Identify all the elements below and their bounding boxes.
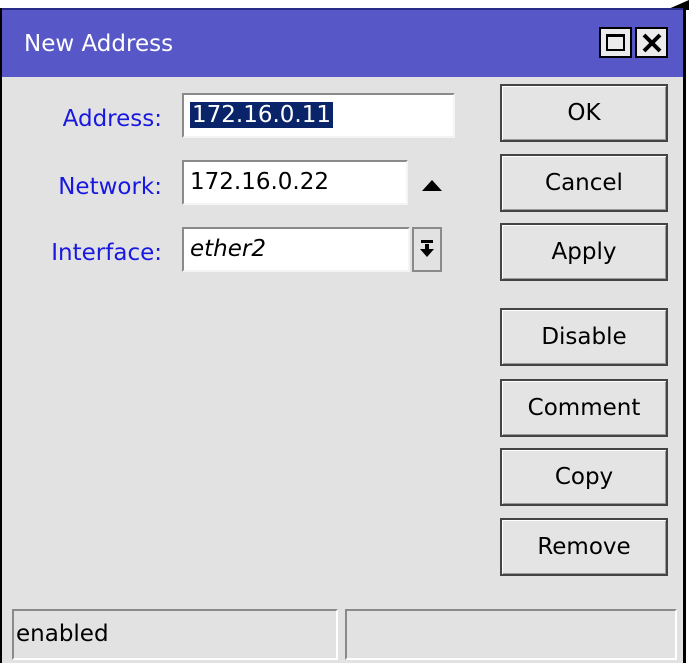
interface-label: Interface: [51, 240, 162, 266]
close-icon [642, 33, 662, 53]
arrow-up-icon[interactable] [422, 180, 442, 191]
title-bar[interactable]: New Address [2, 8, 683, 77]
status-state: enabled [12, 609, 338, 660]
ok-button[interactable]: OK [500, 84, 668, 142]
dropdown-arrow-icon [420, 240, 434, 257]
address-label: Address: [62, 106, 162, 132]
close-button[interactable] [635, 27, 668, 58]
interface-value: ether2 [190, 236, 266, 262]
network-value: 172.16.0.22 [190, 169, 329, 195]
disable-button[interactable]: Disable [500, 308, 668, 366]
interface-field[interactable]: ether2 [182, 227, 410, 272]
network-label: Network: [58, 174, 162, 200]
copy-button[interactable]: Copy [500, 448, 668, 506]
maximize-icon [606, 34, 625, 51]
status-extra [345, 609, 677, 660]
cancel-button[interactable]: Cancel [500, 154, 668, 212]
window-title: New Address [24, 31, 174, 57]
comment-button[interactable]: Comment [500, 379, 668, 437]
address-value: 172.16.0.11 [190, 102, 333, 128]
new-address-window: New Address Address: 172.16.0.11 Network… [0, 8, 686, 663]
maximize-button[interactable] [599, 27, 632, 58]
address-field[interactable]: 172.16.0.11 [182, 93, 455, 138]
remove-button[interactable]: Remove [500, 518, 668, 576]
network-field[interactable]: 172.16.0.22 [182, 160, 408, 205]
apply-button[interactable]: Apply [500, 223, 668, 281]
interface-dropdown-button[interactable] [412, 227, 442, 272]
